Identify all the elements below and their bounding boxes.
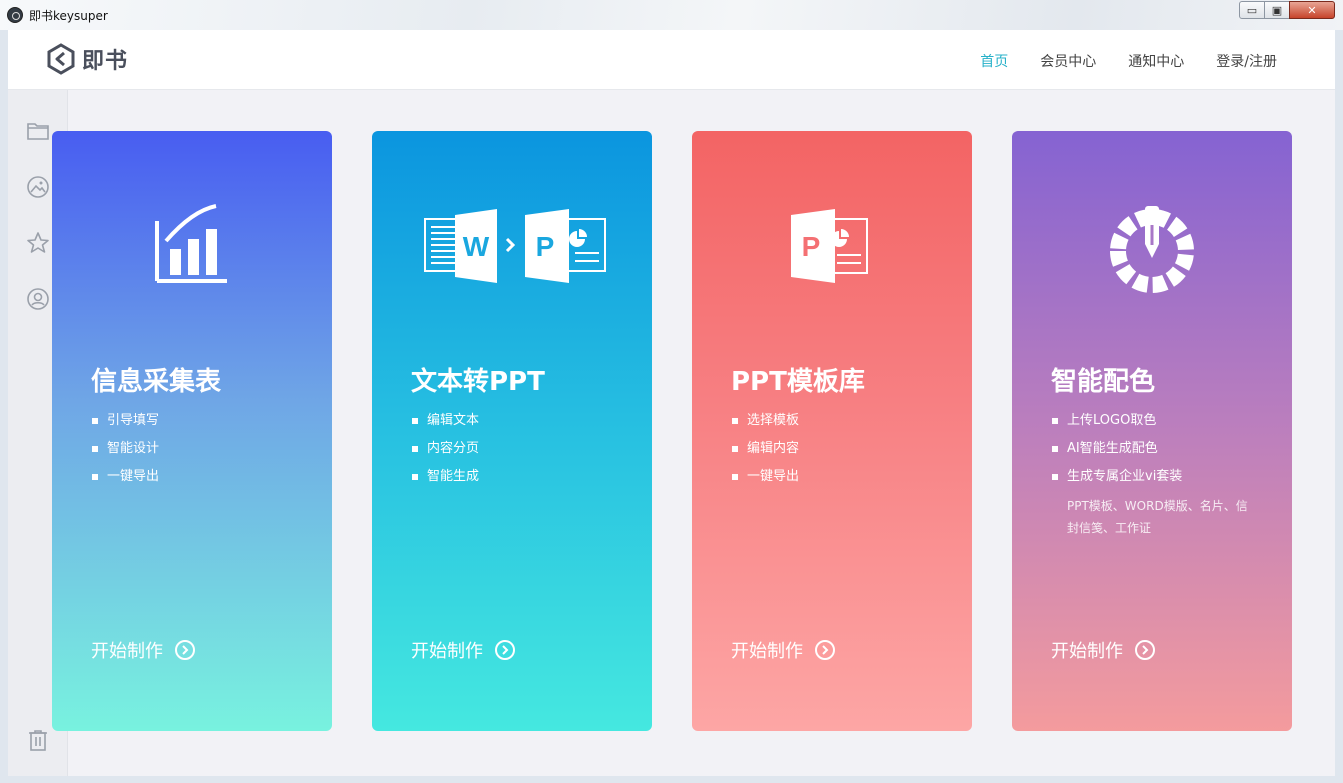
color-picker-icon (1110, 206, 1195, 293)
feature-list: 选择模板 编辑内容 一键导出 (731, 411, 799, 495)
card-title: 文本转PPT (411, 367, 545, 397)
start-label: 开始制作 (731, 641, 803, 662)
powerpoint-icon: P (791, 209, 868, 283)
logo[interactable]: 即书 (46, 43, 128, 75)
app-window: 即书 首页 会员中心 通知中心 登录/注册 信息采集表 引导填写 智能设计 一键… (8, 30, 1335, 776)
nav-login-register[interactable]: 登录/注册 (1216, 51, 1277, 71)
feature-item: 智能设计 (91, 439, 159, 467)
start-label: 开始制作 (1051, 641, 1123, 662)
trash-icon[interactable] (26, 728, 50, 752)
feature-item: 选择模板 (731, 411, 799, 439)
feature-item: 编辑文本 (411, 411, 479, 439)
maximize-button[interactable]: ▣ (1264, 1, 1290, 19)
svg-text:P: P (536, 231, 555, 262)
card-title: PPT模板库 (731, 367, 865, 397)
card-ppt-templates[interactable]: P PPT模板库 选择模板 编辑内容 一键导出 开始制作 (692, 131, 972, 731)
arrow-right-circle-icon (175, 640, 195, 660)
start-button[interactable]: 开始制作 (411, 637, 515, 663)
arrow-right-circle-icon (815, 640, 835, 660)
nav-membership[interactable]: 会员中心 (1040, 51, 1096, 71)
user-icon[interactable] (26, 287, 50, 311)
start-label: 开始制作 (91, 641, 163, 662)
card-text-to-ppt[interactable]: W P 文本转PPT 编辑文本 内容分页 智能生成 开始制作 (372, 131, 652, 731)
nav-home[interactable]: 首页 (980, 51, 1008, 71)
feature-item: 一键导出 (91, 467, 159, 495)
feature-item: 编辑内容 (731, 439, 799, 467)
feature-item: 一键导出 (731, 467, 799, 495)
start-button[interactable]: 开始制作 (91, 637, 195, 663)
chart-icon (155, 204, 227, 283)
header: 即书 首页 会员中心 通知中心 登录/注册 (8, 30, 1335, 90)
feature-note: PPT模板、WORD模版、名片、信封信笺、工作证 (1067, 499, 1248, 535)
start-label: 开始制作 (411, 641, 483, 662)
arrow-right-circle-icon (495, 640, 515, 660)
logo-text: 即书 (82, 49, 129, 74)
close-button[interactable]: ✕ (1289, 1, 1335, 19)
image-icon[interactable] (26, 175, 50, 199)
feature-item: 智能生成 (411, 467, 479, 495)
feature-item: 生成专属企业vi套装 (1051, 467, 1182, 495)
svg-text:W: W (463, 231, 490, 262)
start-button[interactable]: 开始制作 (1051, 637, 1155, 663)
card-info-collection[interactable]: 信息采集表 引导填写 智能设计 一键导出 开始制作 (52, 131, 332, 731)
feature-list: 上传LOGO取色 AI智能生成配色 生成专属企业vi套装 (1051, 411, 1182, 495)
feature-item: 内容分页 (411, 439, 479, 467)
arrow-right-circle-icon (1135, 640, 1155, 660)
app-icon (7, 7, 23, 23)
logo-hexagon-icon (47, 43, 75, 75)
window-titlebar: 即书keysuper ▭ ▣ ✕ (0, 0, 1343, 30)
feature-item: 上传LOGO取色 (1051, 411, 1182, 439)
feature-list: 编辑文本 内容分页 智能生成 (411, 411, 479, 495)
feature-item: 引导填写 (91, 411, 159, 439)
top-nav: 首页 会员中心 通知中心 登录/注册 (980, 51, 1277, 71)
card-smart-color[interactable]: 智能配色 上传LOGO取色 AI智能生成配色 生成专属企业vi套装 PPT模板、… (1012, 131, 1292, 731)
window-title: 即书keysuper (29, 9, 108, 23)
feature-item: AI智能生成配色 (1051, 439, 1182, 467)
card-title: 智能配色 (1051, 367, 1156, 397)
nav-notifications[interactable]: 通知中心 (1128, 51, 1184, 71)
start-button[interactable]: 开始制作 (731, 637, 835, 663)
window-controls: ▭ ▣ ✕ (1239, 1, 1335, 19)
folder-icon[interactable] (26, 119, 50, 143)
minimize-button[interactable]: ▭ (1239, 1, 1265, 19)
svg-text:P: P (802, 231, 821, 262)
feature-list: 引导填写 智能设计 一键导出 (91, 411, 159, 495)
word-to-ppt-icon: W P (424, 209, 606, 283)
card-title: 信息采集表 (91, 367, 222, 397)
star-icon[interactable] (26, 231, 50, 255)
